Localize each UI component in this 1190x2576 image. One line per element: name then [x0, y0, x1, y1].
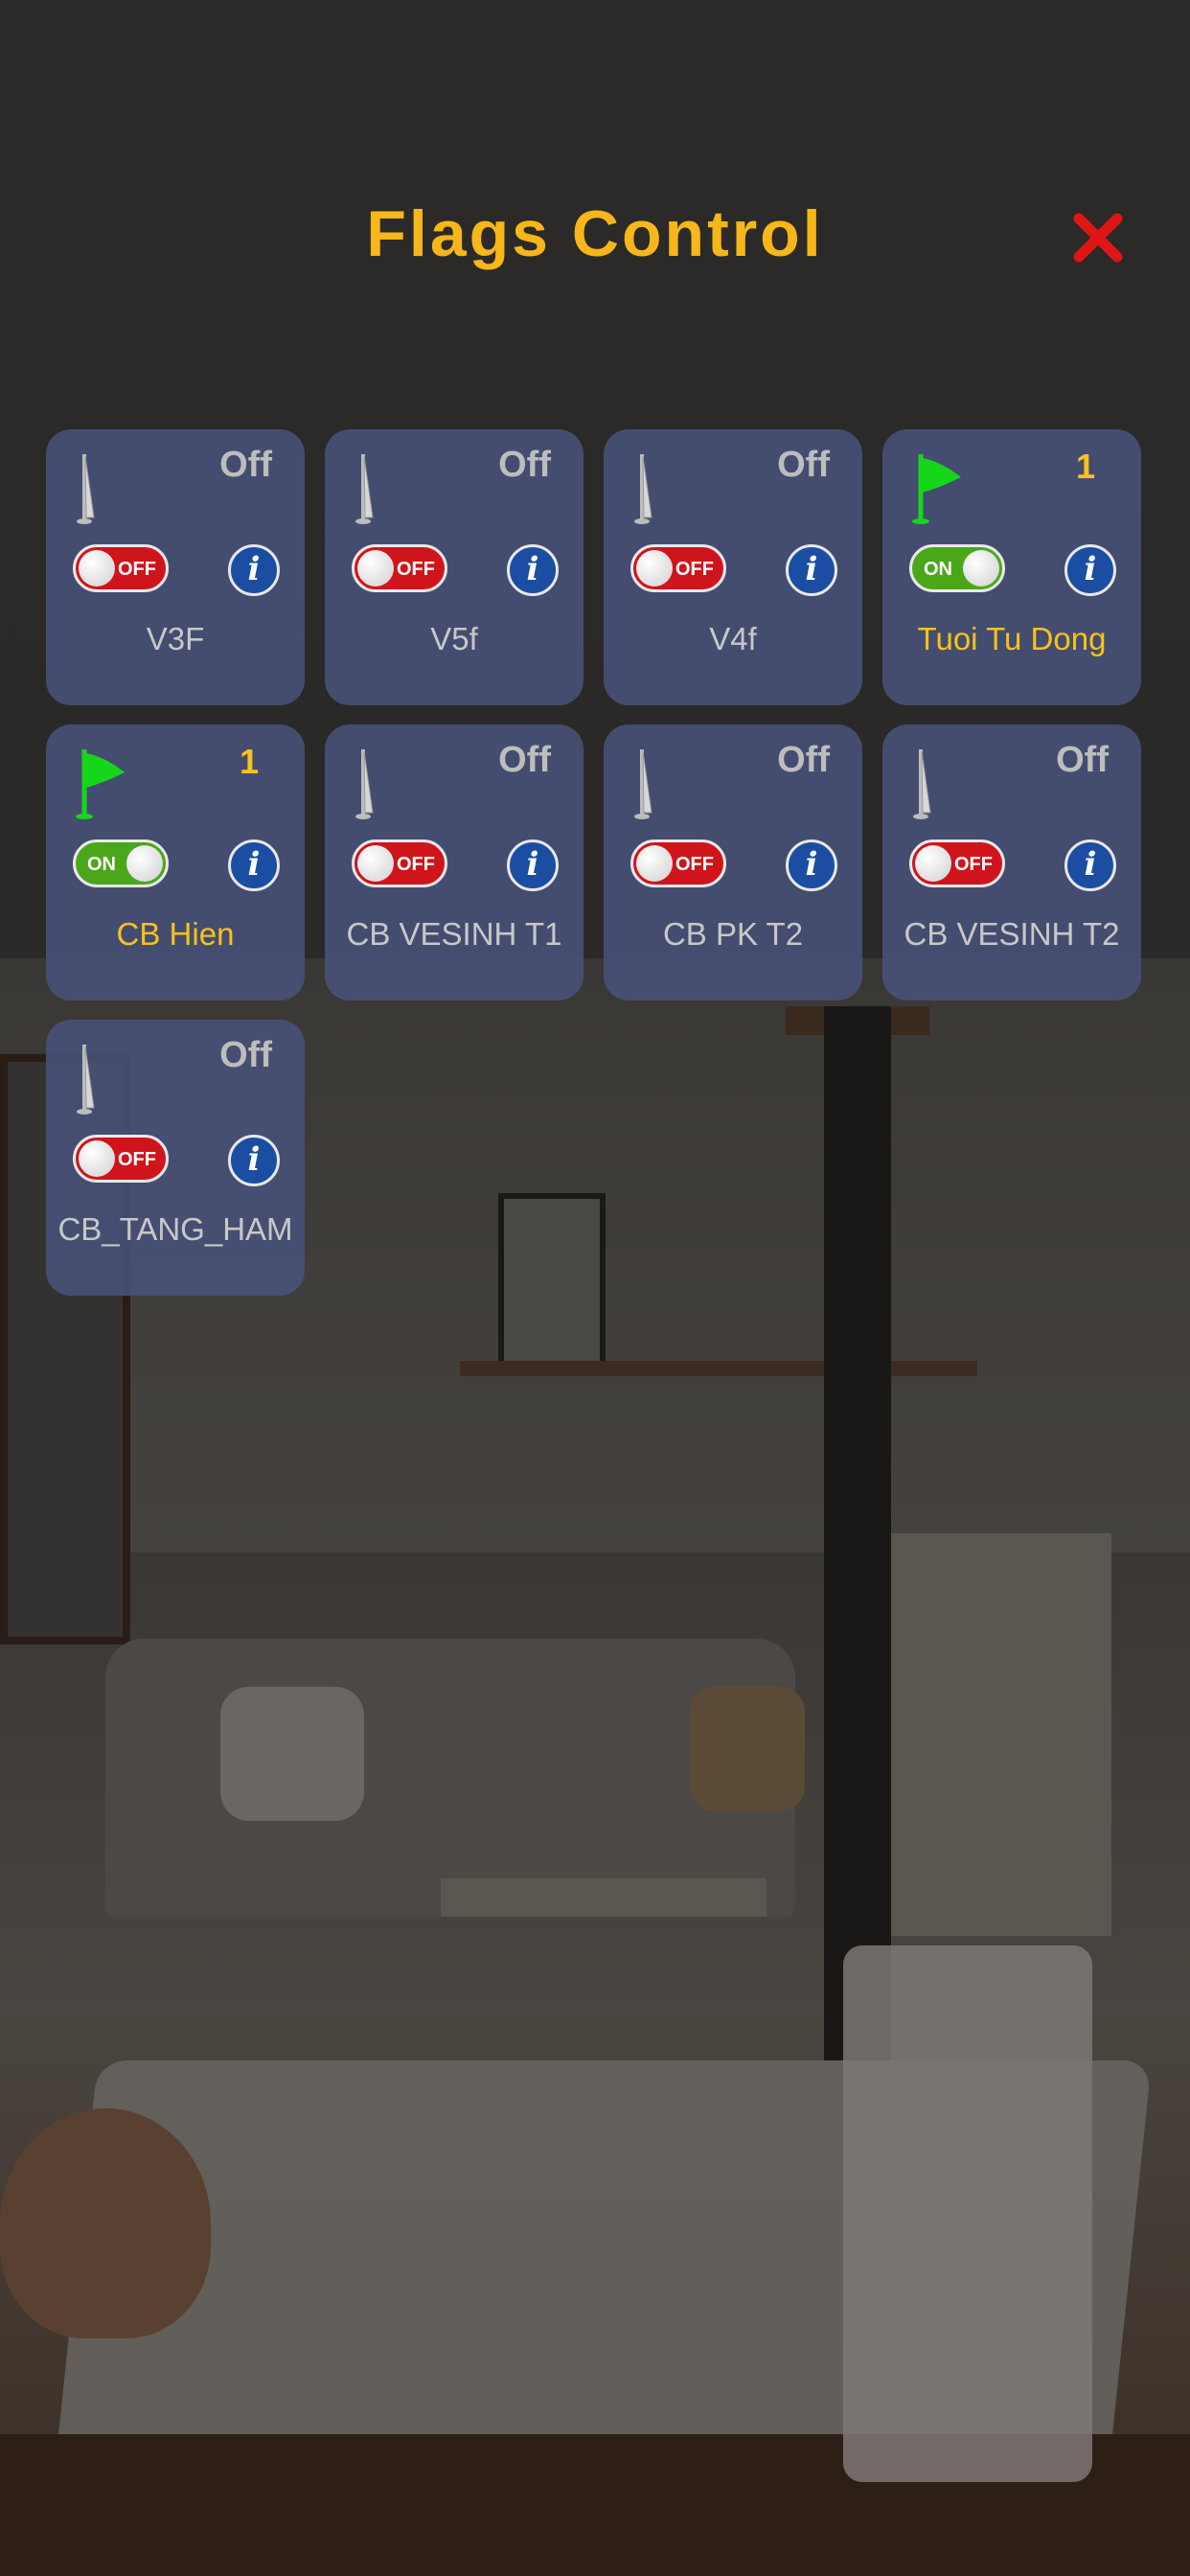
- flag-pole-icon: [634, 454, 652, 524]
- flag-status: 1: [239, 742, 259, 781]
- toggle-label: OFF: [397, 559, 435, 580]
- flag-status: Off: [219, 445, 272, 485]
- toggle-knob: [357, 845, 394, 882]
- flag-card: Off OFF i V3F: [46, 429, 305, 705]
- toggle-label: ON: [87, 854, 116, 875]
- flag-card: Off OFF i CB VESINH T2: [882, 724, 1141, 1000]
- background-picture-frame: [498, 1193, 606, 1368]
- green-flag-icon: [912, 454, 961, 524]
- background-post: [824, 1006, 891, 2060]
- info-icon[interactable]: i: [786, 544, 837, 596]
- flag-name: V4f: [709, 621, 757, 656]
- flag-toggle-switch[interactable]: OFF: [909, 840, 1005, 887]
- info-icon[interactable]: i: [228, 544, 280, 596]
- flag-toggle-switch[interactable]: OFF: [73, 1135, 169, 1183]
- flag-status: Off: [777, 740, 830, 780]
- flag-name: Tuoi Tu Dong: [917, 621, 1107, 656]
- flag-status: Off: [777, 445, 830, 485]
- info-icon[interactable]: i: [228, 1135, 280, 1186]
- flag-card: Off OFF i CB PK T2: [604, 724, 862, 1000]
- flag-pole-icon: [634, 749, 652, 819]
- flag-card: Off OFF i CB_TANG_HAM: [46, 1020, 305, 1296]
- flag-pole-icon: [913, 749, 931, 819]
- toggle-knob: [915, 845, 951, 882]
- flag-pole-icon: [355, 454, 374, 524]
- flag-pole-icon: [355, 749, 374, 819]
- toggle-label: OFF: [675, 854, 714, 875]
- background-bookcase: [891, 1533, 1111, 1936]
- toggle-knob: [636, 550, 673, 586]
- toggle-label: OFF: [954, 854, 993, 875]
- toggle-label: ON: [924, 559, 952, 580]
- page-title: Flags Control: [366, 197, 824, 270]
- flag-card: Off OFF i CB VESINH T1: [325, 724, 584, 1000]
- flag-toggle-switch[interactable]: OFF: [630, 840, 726, 887]
- info-icon[interactable]: i: [1064, 840, 1116, 891]
- flag-status: Off: [219, 1035, 272, 1075]
- flag-status: Off: [498, 740, 551, 780]
- flag-status: Off: [498, 445, 551, 485]
- close-x-icon[interactable]: [1071, 211, 1125, 264]
- flag-name: CB VESINH T2: [904, 916, 1120, 952]
- flag-card: Off OFF i V4f: [604, 429, 862, 705]
- flag-name: CB_TANG_HAM: [57, 1211, 293, 1247]
- flag-toggle-switch[interactable]: OFF: [352, 840, 447, 887]
- toggle-knob: [636, 845, 673, 882]
- flag-name: CB Hien: [116, 916, 235, 952]
- green-flag-icon: [76, 749, 125, 819]
- toggle-knob: [79, 1140, 115, 1177]
- toggle-label: OFF: [397, 854, 435, 875]
- flag-card: Off OFF i V5f: [325, 429, 584, 705]
- background-chair: [843, 1945, 1092, 2482]
- info-icon[interactable]: i: [507, 840, 559, 891]
- flag-name: CB PK T2: [662, 916, 804, 952]
- toggle-knob: [126, 845, 163, 882]
- info-icon[interactable]: i: [507, 544, 559, 596]
- flag-toggle-switch[interactable]: ON: [73, 840, 169, 887]
- flag-toggle-switch[interactable]: OFF: [73, 544, 169, 592]
- background-cushion: [690, 1687, 805, 1811]
- info-icon[interactable]: i: [228, 840, 280, 891]
- info-icon[interactable]: i: [1064, 544, 1116, 596]
- flag-pole-icon: [77, 1045, 95, 1115]
- toggle-label: OFF: [118, 1149, 156, 1170]
- flag-status: Off: [1056, 740, 1109, 780]
- background-shelf: [460, 1361, 977, 1376]
- flag-toggle-switch[interactable]: OFF: [630, 544, 726, 592]
- flag-status: 1: [1075, 447, 1095, 486]
- flag-pole-icon: [77, 454, 95, 524]
- flag-name: V5f: [430, 621, 478, 656]
- flag-card: 1 ON i Tuoi Tu Dong: [882, 429, 1141, 705]
- flag-card: 1 ON i CB Hien: [46, 724, 305, 1000]
- toggle-label: OFF: [675, 559, 714, 580]
- toggle-knob: [357, 550, 394, 586]
- flag-toggle-switch[interactable]: OFF: [352, 544, 447, 592]
- flag-toggle-switch[interactable]: ON: [909, 544, 1005, 592]
- flag-name: CB VESINH T1: [346, 916, 562, 952]
- toggle-knob: [963, 550, 999, 586]
- background-cushion: [220, 1687, 364, 1821]
- info-icon[interactable]: i: [786, 840, 837, 891]
- toggle-label: OFF: [118, 559, 156, 580]
- background-table: [441, 1878, 767, 1917]
- background-pouf: [0, 2108, 211, 2338]
- flag-name: V3F: [146, 621, 205, 656]
- toggle-knob: [79, 550, 115, 586]
